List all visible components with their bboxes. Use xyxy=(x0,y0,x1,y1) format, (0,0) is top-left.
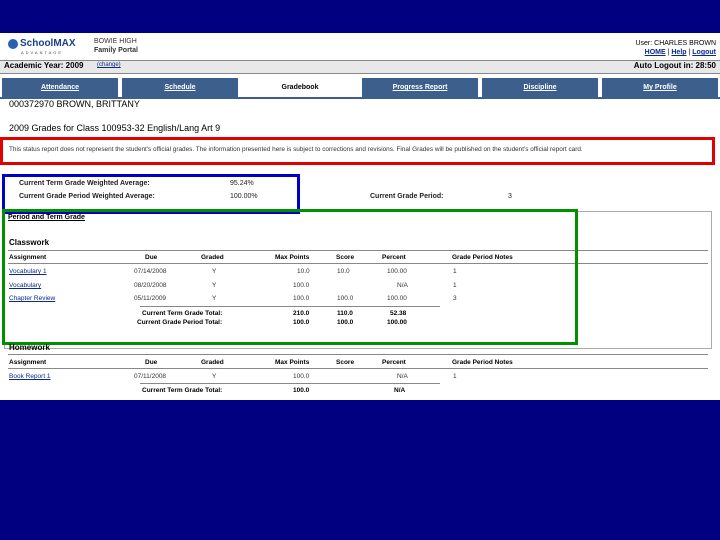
portal-title: BOWIE HIGH Family Portal xyxy=(94,37,138,55)
school-name: BOWIE HIGH xyxy=(94,38,137,45)
academic-year-bar: Academic Year: 2009 (change) Auto Logout… xyxy=(0,60,720,74)
col-max-points: Max Points xyxy=(275,359,310,366)
col-score: Score xyxy=(336,359,355,366)
col-grade-period-notes: Grade Period Notes xyxy=(452,359,513,366)
user-box: User: CHARLES BROWN HOME | Help | Logout xyxy=(635,39,716,57)
logo-main-text: SchoolMAX xyxy=(20,38,76,49)
tab-gradebook[interactable]: Gradebook xyxy=(242,78,358,99)
disclaimer-text: This status report does not represent th… xyxy=(9,146,583,153)
portal-name: Family Portal xyxy=(94,47,138,54)
col-assignment: Assignment xyxy=(9,359,47,366)
link-separator: | xyxy=(688,49,691,56)
student-name: 000372970 BROWN, BRITTANY xyxy=(9,99,140,109)
academic-year-label: Academic Year: 2009 xyxy=(4,61,84,70)
term-total-max: 100.0 xyxy=(293,387,310,394)
auto-logout-timer: Auto Logout in: 28:50 xyxy=(633,61,716,70)
logo-sub-text: ADVANTAGE xyxy=(21,50,64,55)
term-total-label: Current Term Grade Total: xyxy=(142,387,223,394)
user-label: User: CHARLES BROWN xyxy=(635,40,716,47)
max-points: 100.0 xyxy=(293,373,310,380)
change-year-link[interactable]: (change) xyxy=(97,62,121,68)
divider xyxy=(140,383,440,384)
tab-progress-report[interactable]: Progress Report xyxy=(362,78,478,97)
tab-attendance[interactable]: Attendance xyxy=(2,78,118,97)
due-date: 07/11/2008 xyxy=(134,373,167,380)
class-heading: 2009 Grades for Class 100953-32 English/… xyxy=(9,123,221,133)
averages-highlight xyxy=(2,174,300,214)
homework-title: Homework xyxy=(9,343,50,352)
help-link[interactable]: Help xyxy=(671,49,686,56)
col-due: Due xyxy=(145,359,158,366)
portal-screen: SchoolMAX ADVANTAGE BOWIE HIGH Family Po… xyxy=(0,33,720,400)
col-percent: Percent xyxy=(382,359,406,366)
divider xyxy=(8,354,708,355)
current-period-label: Current Grade Period: xyxy=(370,193,444,200)
classwork-highlight xyxy=(2,209,578,345)
term-total-percent: N/A xyxy=(394,387,406,394)
logout-link[interactable]: Logout xyxy=(692,49,716,56)
assignment-link[interactable]: Book Report 1 xyxy=(9,373,51,380)
tab-schedule[interactable]: Schedule xyxy=(122,78,238,97)
schoolmax-logo: SchoolMAX ADVANTAGE xyxy=(8,37,88,59)
user-links: HOME | Help | Logout xyxy=(635,48,716,57)
grade-period-note: 1 xyxy=(453,373,457,380)
percent: N/A xyxy=(397,373,408,380)
globe-icon xyxy=(8,39,18,49)
current-period-value: 3 xyxy=(508,193,512,200)
disclaimer-highlight: This status report does not represent th… xyxy=(0,137,715,165)
tab-my-profile[interactable]: My Profile xyxy=(602,78,718,97)
graded-flag: Y xyxy=(212,373,217,380)
link-separator: | xyxy=(667,49,670,56)
col-graded: Graded xyxy=(201,359,224,366)
tab-discipline[interactable]: Discipline xyxy=(482,78,598,97)
divider xyxy=(8,368,708,369)
home-link[interactable]: HOME xyxy=(645,49,666,56)
